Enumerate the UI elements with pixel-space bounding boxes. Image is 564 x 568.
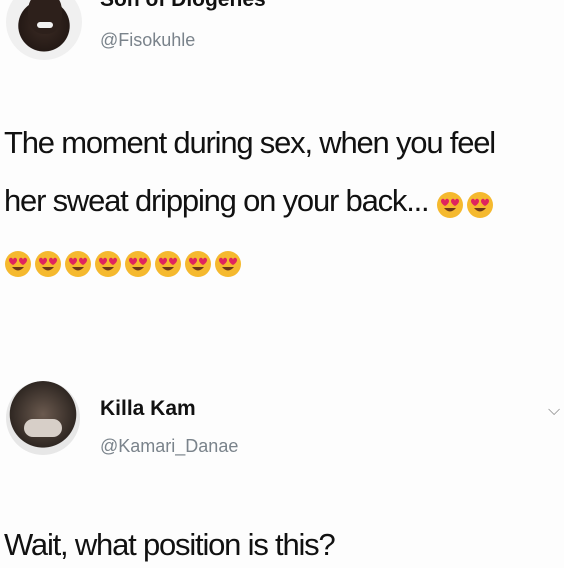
tweet-screenshot: Son of Diogenes @Fisokuhle The moment du… [0,0,564,568]
tweet-text-line-2: her sweat dripping on your back... [4,172,560,232]
tweet-text-line-1: The moment during sex, when you feel [4,125,496,160]
smiling-face-with-heart-eyes-icon [94,250,122,278]
author-handle[interactable]: @Fisokuhle [100,30,195,51]
chevron-down-icon[interactable]: ⌵ [548,403,560,419]
reply-text: Wait, what position is this? [4,527,336,562]
smiling-face-with-heart-eyes-icon [184,250,212,278]
smiling-face-with-heart-eyes-icon [154,250,182,278]
avatar-face [28,0,62,34]
reply-handle[interactable]: @Kamari_Danae [100,436,238,457]
avatar-hand [24,419,62,437]
smiling-face-with-heart-eyes-icon [436,191,464,219]
smiling-face-with-heart-eyes-icon [4,250,32,278]
tweet-header: Son of Diogenes @Fisokuhle [0,0,564,76]
tweet-emoji-line [4,232,560,292]
smiling-face-with-heart-eyes-icon [124,250,152,278]
smiling-face-with-heart-eyes-icon [34,250,62,278]
inline-emoji-group [436,174,496,232]
smiling-face-with-heart-eyes-icon [64,250,92,278]
author-display-name[interactable]: Son of Diogenes [100,0,266,12]
tweet-text: The moment during sex, when you feel her… [4,114,560,292]
smiling-face-with-heart-eyes-icon [214,250,242,278]
smiling-face-with-heart-eyes-icon [466,191,494,219]
reply-avatar[interactable] [6,381,80,455]
avatar[interactable] [6,0,82,60]
avatar-smile [37,22,53,28]
tweet-text-line-2-text: her sweat dripping on your back... [4,183,430,218]
emoji-row [4,234,244,292]
reply-display-name[interactable]: Killa Kam [100,397,196,421]
